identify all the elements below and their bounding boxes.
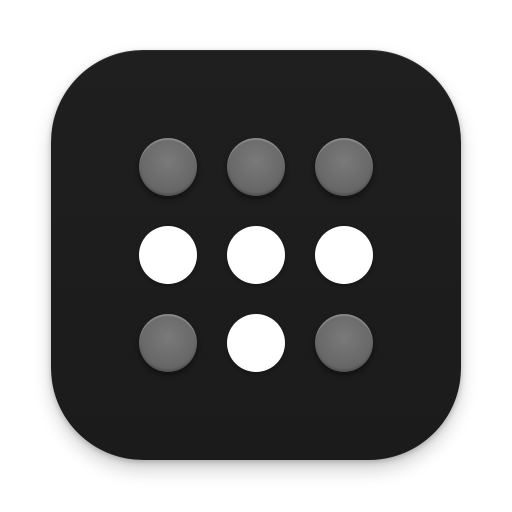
grid-dot-on — [315, 226, 373, 284]
grid-dot-on — [139, 226, 197, 284]
grid-dot-off — [139, 138, 197, 196]
dot-grid — [51, 50, 461, 460]
grid-dot-on — [227, 314, 285, 372]
grid-dot-on — [227, 226, 285, 284]
grid-dot-off — [227, 138, 285, 196]
app-icon-tile[interactable] — [51, 50, 461, 460]
grid-dot-off — [315, 314, 373, 372]
grid-dot-off — [139, 314, 197, 372]
icon-canvas — [0, 0, 512, 512]
grid-dot-off — [315, 138, 373, 196]
